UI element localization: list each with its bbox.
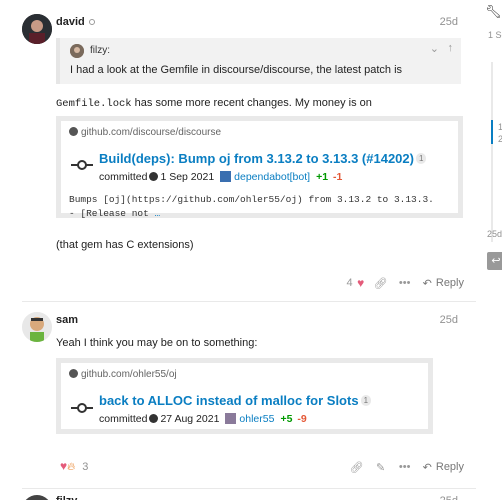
additions: +5 — [280, 413, 293, 425]
commit-icon — [71, 403, 93, 413]
post-text-2: (that gem has C extensions) — [56, 239, 194, 251]
post-actions: 4 ♥ 🔗︎ ••• ↶ Reply — [347, 273, 464, 293]
post-date[interactable]: 25d — [440, 16, 458, 28]
show-more-link[interactable]: … — [155, 208, 161, 219]
timeline-handle[interactable] — [491, 120, 493, 144]
reply-button[interactable]: ↶ Reply — [423, 277, 464, 290]
back-button[interactable]: ↩ — [487, 252, 502, 270]
globe-icon — [149, 172, 159, 181]
heart-icon[interactable]: ♥ — [353, 273, 369, 293]
github-icon — [69, 127, 78, 136]
username[interactable]: david — [56, 16, 95, 28]
deletions: -1 — [332, 171, 343, 183]
commit-author[interactable]: dependabot[bot] — [234, 171, 310, 183]
github-onebox: github.com/ohler55/oj back to ALLOC inst… — [56, 358, 433, 434]
github-onebox: github.com/discourse/discourse Build(dep… — [56, 116, 463, 219]
avatar[interactable] — [22, 495, 52, 500]
post-david: david 25d filzy: ⌄ ↑ I had a look at the… — [0, 0, 476, 300]
commit-icon — [71, 160, 93, 170]
post-filzy: filzy 25d — [0, 489, 476, 500]
username[interactable]: filzy — [56, 495, 77, 500]
onebox-source[interactable]: github.com/ohler55/oj — [69, 369, 177, 380]
avatar[interactable] — [22, 14, 52, 44]
inline-code: Gemfile.lock — [56, 98, 132, 110]
commit-info: committed 27 Aug 2021 ohler55 +5 -9 — [99, 413, 307, 425]
commit-author[interactable]: ohler55 — [239, 413, 274, 425]
timeline-start-date[interactable]: 1 Se — [488, 30, 502, 40]
quote-text: I had a look at the Gemfile in discourse… — [70, 64, 403, 76]
post-date[interactable]: 25d — [440, 314, 458, 326]
reply-icon: ↶ — [422, 461, 432, 474]
post-sam: sam 25d Yeah I think you may be on to so… — [0, 302, 476, 487]
link-icon[interactable]: 🔗︎ — [345, 457, 369, 477]
reply-button[interactable]: ↶ Reply — [423, 461, 464, 474]
quote-block: filzy: ⌄ ↑ I had a look at the Gemfile i… — [56, 38, 461, 84]
timeline-end-date[interactable]: 25d — [487, 229, 502, 239]
topic-timeline: 🔧︎ 1 Se 1 2 25d ↩ — [476, 0, 502, 500]
link-count: 1 — [360, 395, 372, 406]
onebox-title[interactable]: back to ALLOC instead of malloc for Slot… — [99, 393, 372, 408]
shield-icon — [88, 19, 95, 26]
reactions[interactable]: ♥🔥︎ 3 — [60, 459, 88, 474]
post-text: Yeah I think you may be on to something: — [56, 337, 258, 349]
avatar[interactable] — [22, 312, 52, 342]
more-icon[interactable]: ••• — [393, 457, 417, 477]
chevron-down-icon[interactable]: ⌄ — [430, 42, 439, 55]
timeline-position-2: 2 — [498, 134, 502, 144]
globe-icon — [149, 414, 159, 423]
reply-icon: ↶ — [422, 277, 432, 290]
post-date[interactable]: 25d — [440, 495, 458, 500]
username[interactable]: sam — [56, 314, 78, 326]
commit-message: Bumps [oj](https://github.com/ohler55/oj… — [69, 194, 434, 219]
commit-info: committed 1 Sep 2021 dependabot[bot] +1 -1 — [99, 171, 343, 183]
timeline-position: 1 — [498, 122, 502, 132]
additions: +1 — [316, 171, 329, 183]
onebox-title[interactable]: Build(deps): Bump oj from 3.13.2 to 3.13… — [99, 151, 427, 166]
more-icon[interactable]: ••• — [393, 273, 417, 293]
author-avatar — [225, 413, 237, 424]
wrench-icon[interactable]: 🔧︎ — [485, 4, 502, 20]
post-text: Gemfile.lock has some more recent change… — [56, 97, 372, 110]
timeline-track[interactable] — [491, 62, 493, 242]
arrow-up-icon[interactable]: ↑ — [448, 42, 454, 54]
quote-avatar — [70, 44, 84, 58]
fire-icon: 🔥︎ — [67, 461, 76, 473]
quote-username: filzy: — [90, 45, 110, 56]
onebox-source[interactable]: github.com/discourse/discourse — [69, 127, 221, 138]
deletions: -9 — [297, 413, 307, 425]
reactions-count: 3 — [82, 461, 89, 473]
link-icon[interactable]: 🔗︎ — [369, 273, 393, 293]
link-count: 1 — [415, 153, 427, 164]
post-actions: 🔗︎ ✎ ••• ↶ Reply — [345, 457, 464, 477]
author-avatar — [220, 171, 232, 182]
github-icon — [69, 369, 78, 378]
pencil-icon[interactable]: ✎ — [369, 457, 393, 477]
